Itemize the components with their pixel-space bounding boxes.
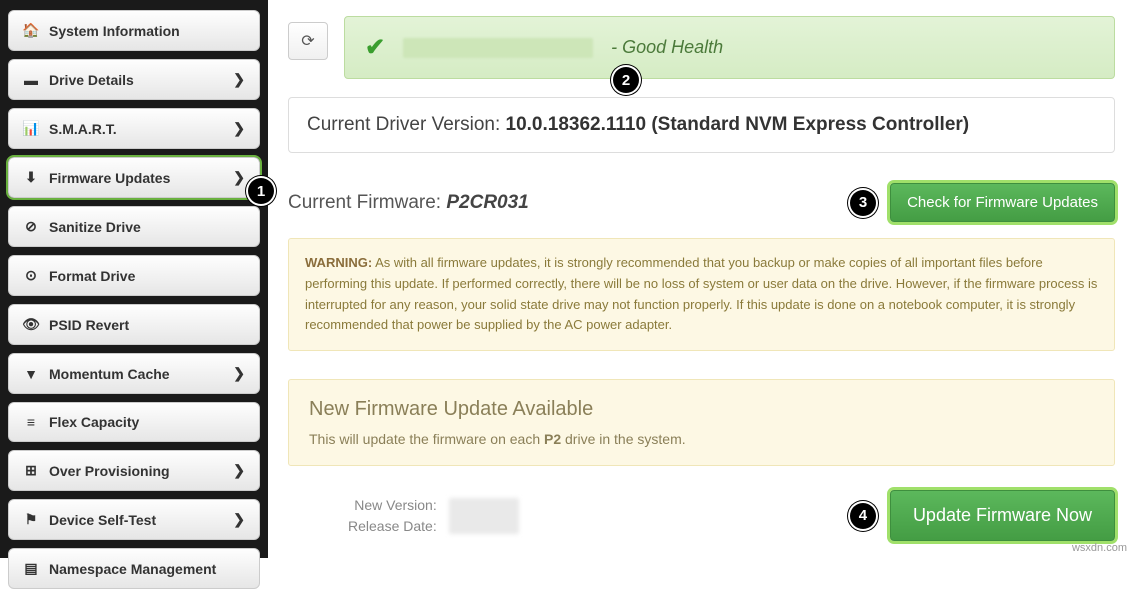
nav-flex-capacity-icon: ≡ [23,414,39,430]
update-desc-pre: This will update the firmware on each [309,431,544,447]
nav-label: Flex Capacity [49,414,139,430]
nav-device-self-test[interactable]: ⚑ Device Self-Test ❯ [8,499,260,540]
nav-drive-details-icon: ▬ [23,72,39,88]
nav-format-drive-icon: ⊙ [23,267,39,284]
nav-psid-revert-icon: 👁 [23,316,39,333]
update-desc-post: drive in the system. [561,431,686,447]
callout-3: 3 [850,190,876,216]
nav-label: Sanitize Drive [49,219,141,235]
chevron-right-icon: ❯ [233,511,245,528]
nav-drive-details[interactable]: ▬ Drive Details ❯ [8,59,260,100]
firmware-label: Current Firmware: [288,192,446,213]
nav-over-provisioning-icon: ⊞ [23,462,39,479]
chevron-right-icon: ❯ [233,120,245,137]
watermark: wsxdn.com [1072,542,1127,554]
chevron-right-icon: ❯ [233,365,245,382]
health-status: - Good Health [611,37,723,58]
nav-device-self-test-icon: ⚑ [23,511,39,528]
nav-psid-revert[interactable]: 👁 PSID Revert [8,304,260,345]
nav-label: Format Drive [49,268,135,284]
nav-label: Drive Details [49,72,134,88]
update-available-title: New Firmware Update Available [309,398,1094,421]
nav-sanitize-drive-icon: ⊘ [23,218,39,235]
nav-label: Momentum Cache [49,366,170,382]
nav-label: Namespace Management [49,561,216,577]
nav-label: Over Provisioning [49,463,170,479]
callout-2: 2 [613,67,639,93]
refresh-icon: ⟳ [301,31,314,51]
nav-smart-icon: 📊 [23,120,39,137]
warning-box: WARNING: As with all firmware updates, i… [288,238,1115,351]
sidebar: 🏠 System Information ▬ Drive Details ❯ 📊 S.M.A… [0,0,268,558]
main-content: ⟳ ✔ - Good Health 2 Current Driver Versi… [268,0,1135,558]
release-date-label: Release Date: [348,516,437,537]
nav-momentum-cache-icon: ▼ [23,366,39,382]
update-firmware-button[interactable]: Update Firmware Now [890,490,1115,541]
driver-label: Current Driver Version: [307,114,506,135]
chevron-right-icon: ❯ [233,169,245,186]
chevron-right-icon: ❯ [233,462,245,479]
new-version-label: New Version: [348,495,437,516]
callout-4: 4 [850,503,876,529]
nav-over-provisioning[interactable]: ⊞ Over Provisioning ❯ [8,450,260,491]
redacted-drive-name [403,38,593,58]
driver-panel: Current Driver Version: 10.0.18362.1110 … [288,97,1115,153]
update-desc-bold: P2 [544,431,561,447]
meta-row: New Version: Release Date: 4 Update Firm… [288,490,1115,541]
check-icon: ✔ [365,33,385,62]
nav-firmware-updates-icon: ⬇ [23,169,39,186]
nav-format-drive[interactable]: ⊙ Format Drive [8,255,260,296]
callout-1: 1 [248,178,274,204]
nav-sanitize-drive[interactable]: ⊘ Sanitize Drive [8,206,260,247]
nav-smart[interactable]: 📊 S.M.A.R.T. ❯ [8,108,260,149]
nav-label: Firmware Updates [49,170,170,186]
warning-text: As with all firmware updates, it is stro… [305,255,1097,332]
warning-prefix: WARNING: [305,255,372,270]
check-firmware-button[interactable]: Check for Firmware Updates [890,183,1115,222]
nav-namespace-mgmt[interactable]: ▤ Namespace Management [8,548,260,589]
firmware-row: Current Firmware: P2CR031 3 Check for Fi… [288,183,1115,222]
nav-system-information[interactable]: 🏠 System Information [8,10,260,51]
nav-system-information-icon: 🏠 [23,22,39,39]
firmware-value: P2CR031 [446,192,528,213]
refresh-button[interactable]: ⟳ [288,22,328,60]
nav-label: PSID Revert [49,317,129,333]
nav-firmware-updates[interactable]: ⬇ Firmware Updates ❯ [8,157,260,198]
health-banner: ✔ - Good Health 2 [344,16,1115,79]
chevron-right-icon: ❯ [233,71,245,88]
update-available-box: New Firmware Update Available This will … [288,379,1115,466]
nav-flex-capacity[interactable]: ≡ Flex Capacity [8,402,260,442]
redacted-version-info [449,498,519,534]
nav-momentum-cache[interactable]: ▼ Momentum Cache ❯ [8,353,260,394]
nav-label: Device Self-Test [49,512,156,528]
nav-namespace-mgmt-icon: ▤ [23,560,39,577]
nav-label: S.M.A.R.T. [49,121,117,137]
nav-label: System Information [49,23,180,39]
driver-value: 10.0.18362.1110 (Standard NVM Express Co… [506,114,970,135]
